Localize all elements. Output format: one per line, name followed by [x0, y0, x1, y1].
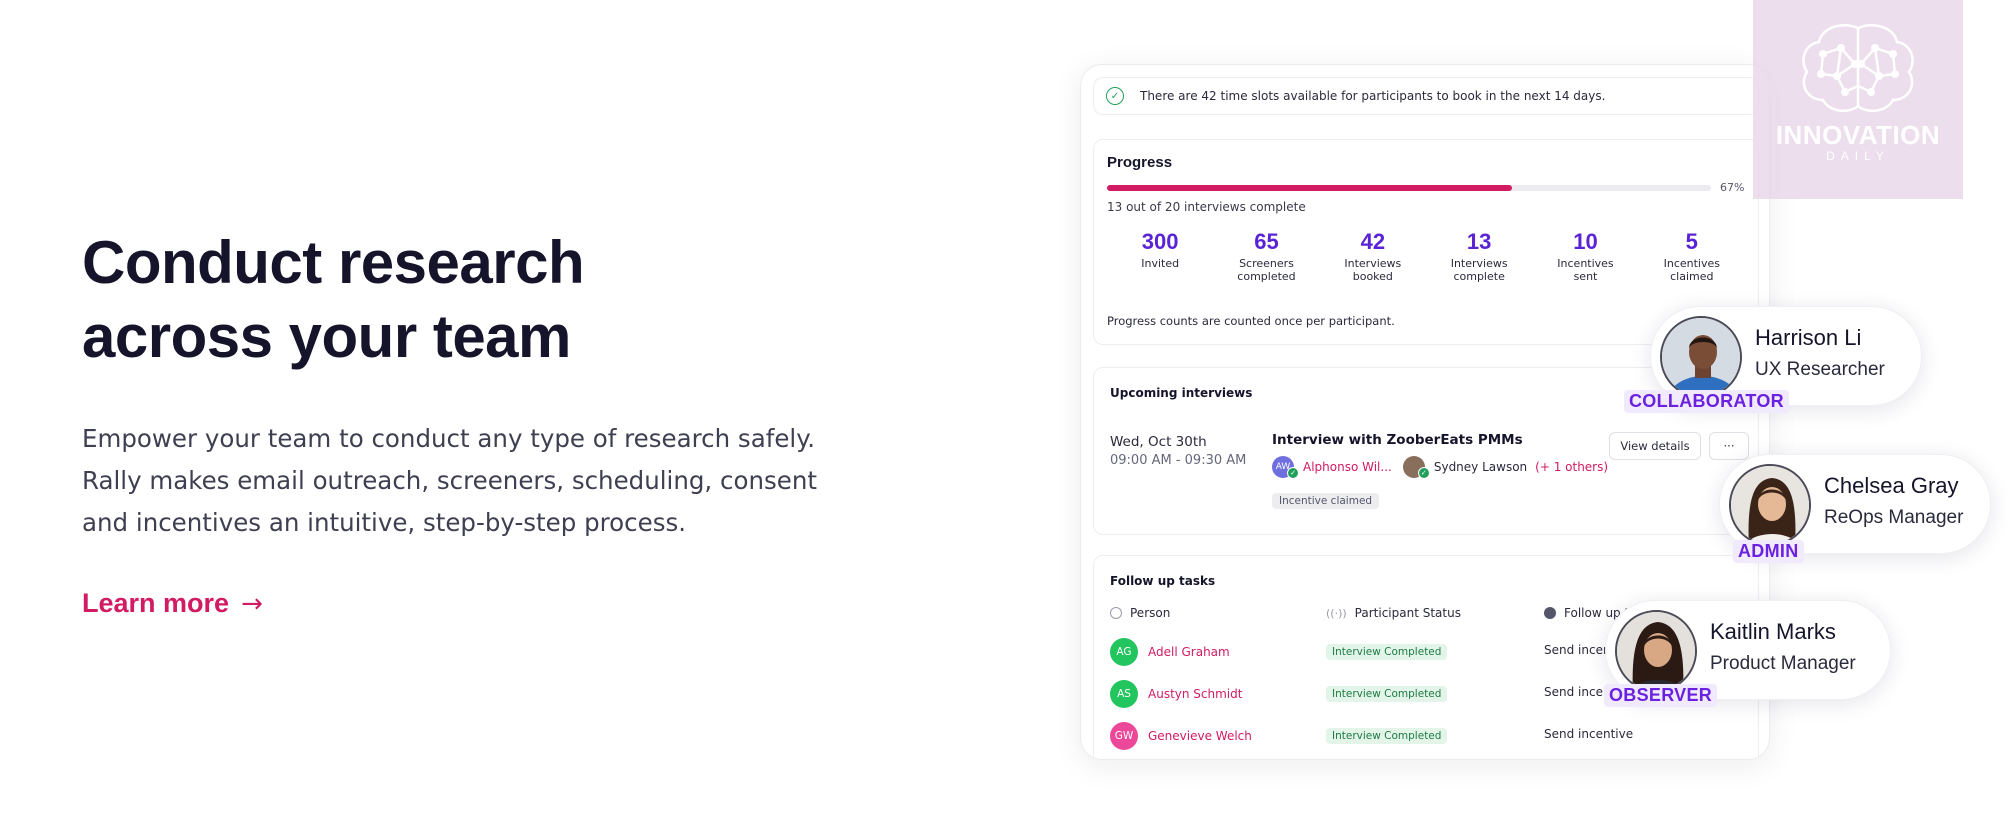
column-header-person[interactable]: Person — [1110, 606, 1170, 620]
hero-title: Conduct research across your team — [82, 226, 842, 374]
status-badge: Interview Completed — [1326, 644, 1448, 660]
stat-label: Interviews booked — [1344, 257, 1402, 283]
more-attendees-link[interactable]: (+ 1 others) — [1535, 460, 1608, 474]
stat-screeners-completed: 65 Screeners completed — [1213, 229, 1319, 284]
avatar: GW — [1110, 722, 1138, 750]
role-badge-observer: OBSERVER — [1604, 684, 1718, 707]
role-badge-admin: ADMIN — [1733, 540, 1804, 563]
progress-percent: 67% — [1720, 181, 1745, 194]
stat-label: Interviews complete — [1450, 257, 1508, 283]
stat-value: 5 — [1685, 229, 1698, 254]
interview-name[interactable]: Interview with ZooberEats PMMs — [1272, 432, 1523, 448]
stat-label: Screeners completed — [1237, 257, 1296, 283]
progress-subtitle: 13 out of 20 interviews complete — [1107, 200, 1306, 214]
check-circle-icon: ✓ — [1106, 87, 1124, 105]
person-photo-icon — [1617, 612, 1695, 690]
stat-value: 42 — [1360, 229, 1386, 254]
check-badge-icon: ✓ — [1287, 467, 1299, 479]
stat-incentives-claimed: 5 Incentives claimed — [1639, 229, 1745, 284]
check-circle-icon — [1544, 607, 1556, 619]
stat-label: Incentives sent — [1557, 257, 1614, 283]
availability-notice: ✓ There are 42 time slots available for … — [1093, 77, 1759, 115]
hero-description-line-3: and incentives an intuitive, step-by-ste… — [82, 508, 687, 537]
stat-incentives-sent: 10 Incentives sent — [1532, 229, 1638, 284]
interview-date: Wed, Oct 30th — [1110, 434, 1207, 450]
avatar: AW ✓ — [1272, 456, 1299, 479]
watermark-subtitle: DAILY — [1826, 149, 1890, 163]
progress-bar — [1107, 184, 1711, 191]
person-name[interactable]: Genevieve Welch — [1148, 729, 1252, 743]
role-badge-collaborator: COLLABORATOR — [1624, 390, 1789, 413]
person-name: Kaitlin Marks — [1710, 619, 1836, 644]
follow-up-title: Follow up tasks — [1110, 574, 1216, 588]
watermark-title: INNOVATION — [1775, 120, 1941, 150]
stat-value: 300 — [1141, 229, 1179, 254]
status-badge: Interview Completed — [1326, 686, 1448, 702]
person-name: Harrison Li — [1755, 325, 1862, 350]
interview-time: 09:00 AM - 09:30 AM — [1110, 453, 1247, 468]
check-badge-icon: ✓ — [1417, 467, 1430, 479]
progress-title: Progress — [1107, 154, 1173, 171]
hero-description-line-1: Empower your team to conduct any type of… — [82, 424, 816, 453]
hero-description: Empower your team to conduct any type of… — [82, 418, 842, 544]
person-role: ReOps Manager — [1824, 507, 1964, 528]
person-role: UX Researcher — [1755, 359, 1885, 380]
avatar — [1729, 464, 1811, 546]
avatar: ✓ — [1402, 456, 1430, 479]
person-name: Chelsea Gray — [1824, 473, 1959, 498]
person-role: Product Manager — [1710, 653, 1856, 674]
upcoming-title: Upcoming interviews — [1110, 386, 1253, 400]
stat-label: Incentives claimed — [1663, 257, 1720, 283]
view-details-button[interactable]: View details — [1609, 432, 1701, 460]
person-name[interactable]: Austyn Schmidt — [1148, 687, 1242, 701]
learn-more-label: Learn more — [82, 588, 230, 618]
person-name[interactable]: Adell Graham — [1148, 645, 1230, 659]
progress-note: Progress counts are counted once per par… — [1107, 314, 1395, 328]
stat-value: 10 — [1573, 229, 1598, 254]
avatar: AG — [1110, 638, 1138, 666]
stat-interviews-booked: 42 Interviews booked — [1320, 229, 1426, 284]
person-card-chelsea: Chelsea Gray ReOps Manager — [1719, 454, 1991, 554]
stat-value: 65 — [1254, 229, 1279, 254]
incentive-claimed-tag: Incentive claimed — [1272, 493, 1380, 509]
avatar — [1660, 316, 1742, 398]
hero-title-line-1: Conduct research — [82, 229, 585, 296]
status-badge: Interview Completed — [1326, 728, 1448, 744]
progress-stats: 300 Invited 65 Screeners completed 42 Int… — [1107, 229, 1745, 284]
avatar: AS — [1110, 680, 1138, 708]
person-photo-icon — [1662, 318, 1740, 396]
arrow-right-icon: → — [241, 588, 263, 619]
attendee-name: Sydney Lawson — [1433, 460, 1528, 474]
stat-invited: 300 Invited — [1107, 230, 1213, 283]
more-options-button[interactable]: ··· — [1709, 432, 1749, 460]
availability-notice-text: There are 42 time slots available for pa… — [1140, 89, 1606, 103]
stat-interviews-complete: 13 Interviews complete — [1426, 229, 1532, 284]
send-incentive-action[interactable]: Send incentive — [1544, 727, 1633, 741]
innovation-daily-watermark: INNOVATION DAILY — [1753, 0, 1963, 199]
learn-more-link[interactable]: Learn more → — [82, 588, 263, 619]
progress-bar-fill — [1107, 184, 1512, 191]
interview-attendees: AW ✓ Alphonso Wil... ✓ Sydney Lawson (+ … — [1272, 456, 1608, 479]
hero-description-line-2: Rally makes email outreach, screeners, s… — [82, 466, 817, 495]
signal-icon: ((·)) — [1326, 606, 1347, 620]
stat-label: Invited — [1141, 257, 1180, 270]
table-row[interactable]: GW Genevieve Welch Interview Completed S… — [1110, 722, 1750, 752]
person-icon — [1110, 607, 1122, 619]
column-header-status[interactable]: ((·)) Participant Status — [1326, 606, 1461, 620]
brain-network-icon — [1802, 24, 1914, 113]
avatar — [1615, 610, 1697, 692]
person-photo-icon — [1731, 466, 1809, 544]
progress-panel: Progress 67% 13 out of 20 interviews com… — [1093, 139, 1759, 345]
progress-bar-row: 67% — [1107, 181, 1745, 194]
hero-section: Conduct research across your team Empowe… — [82, 226, 842, 619]
attendee-name[interactable]: Alphonso Wil... — [1303, 460, 1392, 474]
stat-value: 13 — [1466, 229, 1492, 254]
hero-title-line-2: across your team — [82, 303, 571, 370]
